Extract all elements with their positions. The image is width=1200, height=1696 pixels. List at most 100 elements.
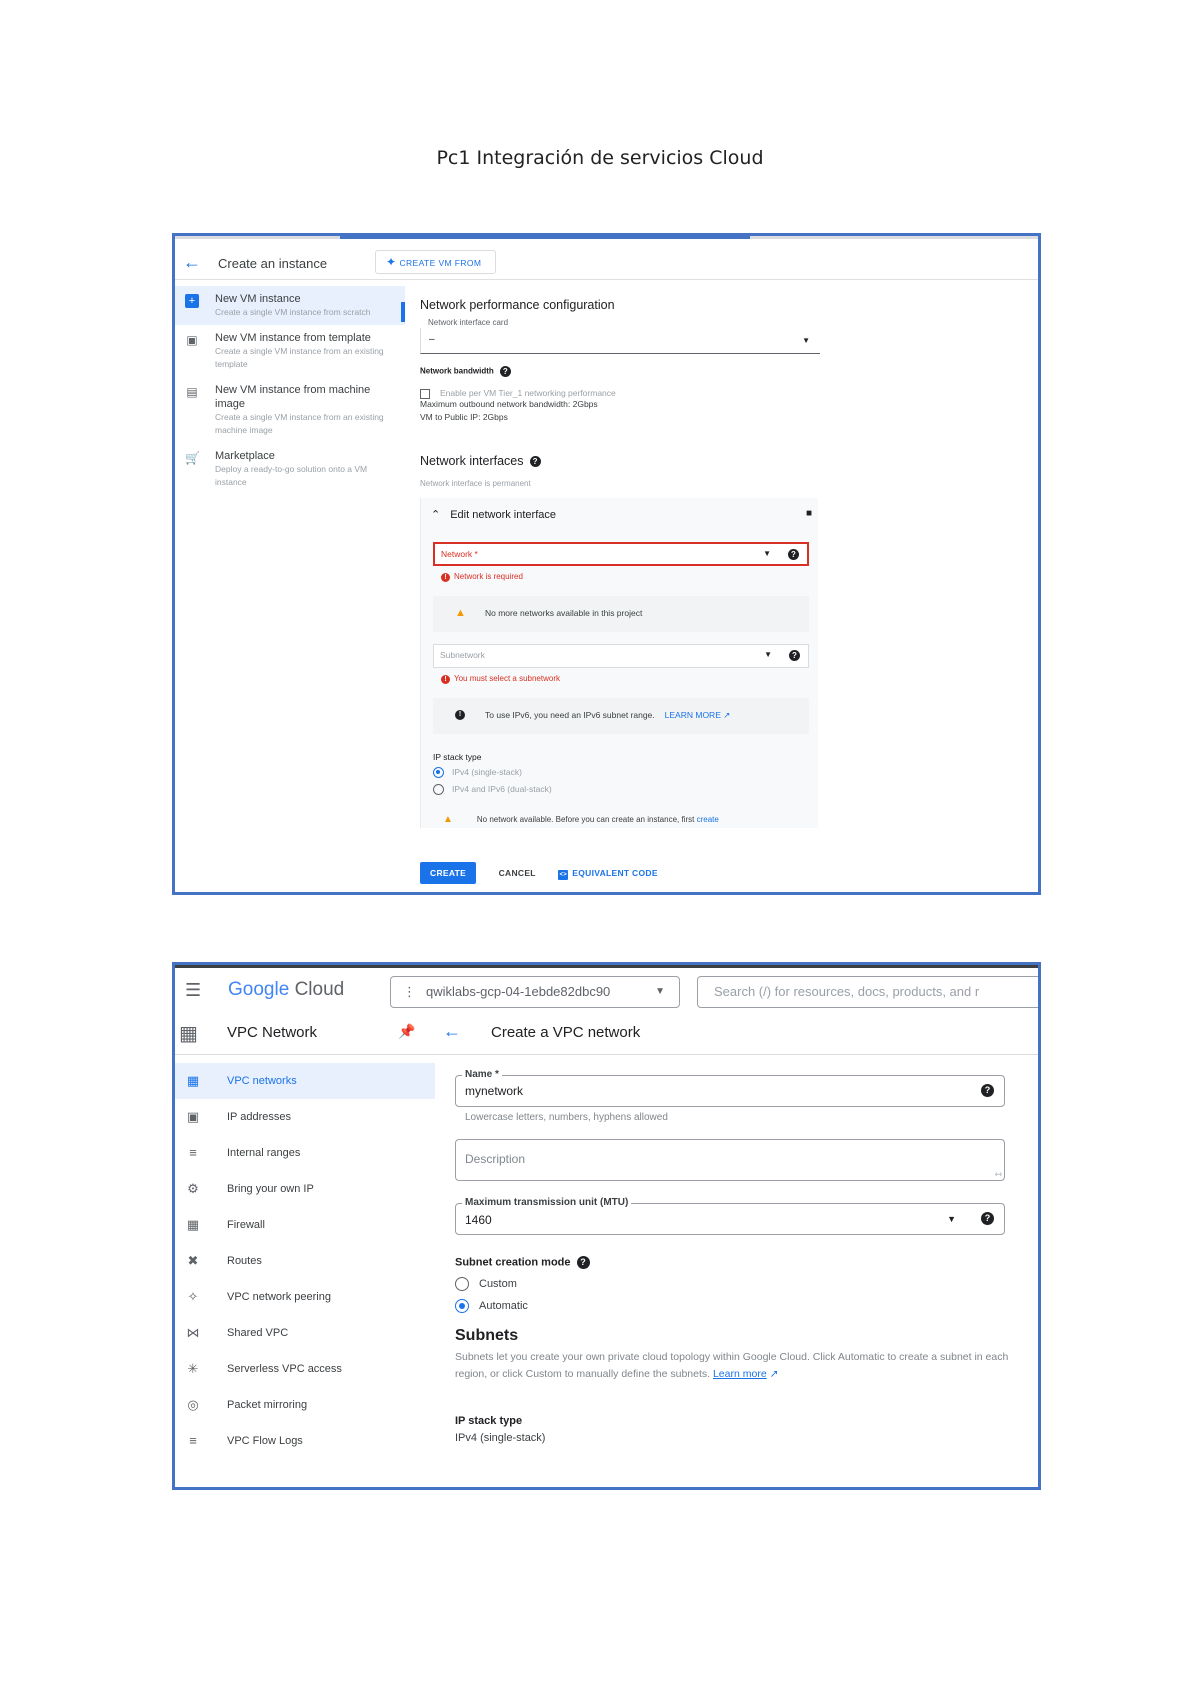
description-field[interactable]: Description ⇿: [455, 1139, 1005, 1181]
product-name: VPC Network: [227, 1024, 318, 1041]
delete-icon[interactable]: ■: [806, 508, 812, 519]
dual-stack-radio[interactable]: [433, 784, 444, 796]
sidebar-item-ip-addresses[interactable]: ▣ IP addresses: [175, 1099, 435, 1135]
automatic-radio-row[interactable]: Automatic: [455, 1299, 528, 1313]
sidebar-item-desc: Deploy a ready-to-go solution onto a VM …: [215, 464, 368, 487]
help-icon[interactable]: ?: [788, 549, 799, 560]
dropdown-arrow-icon: ▼: [655, 986, 665, 997]
sidebar-item-packet-mirroring[interactable]: ◎ Packet mirroring: [175, 1387, 435, 1423]
interfaces-sub: Network interface is permanent: [420, 479, 531, 488]
google-cloud-logo[interactable]: Google Cloud: [228, 979, 344, 1001]
document-title: Pc1 Integración de servicios Cloud: [436, 147, 764, 169]
machine-image-icon: ▤: [186, 385, 198, 399]
name-field[interactable]: Name * mynetwork ?: [455, 1069, 1005, 1107]
sidebar-item-vpc-networks[interactable]: ▦ VPC networks: [175, 1063, 435, 1099]
network-select[interactable]: Network * ▼ ?: [433, 542, 809, 566]
subnets-description: Subnets let you create your own private …: [455, 1349, 1010, 1383]
automatic-radio[interactable]: [455, 1299, 469, 1313]
help-icon[interactable]: ?: [499, 366, 511, 377]
create-vm-from-label: CREATE VM FROM: [399, 258, 482, 268]
help-icon[interactable]: ?: [576, 1256, 590, 1269]
help-icon[interactable]: ?: [981, 1084, 994, 1097]
sidebar-item-desc: Create a single VM instance from an exis…: [215, 346, 384, 369]
flow-logs-icon: ≡: [189, 1433, 197, 1448]
ip-stack-label: IP stack type: [433, 752, 482, 762]
automatic-label: Automatic: [479, 1299, 528, 1312]
scroll-indicator[interactable]: [401, 302, 405, 322]
page-title: Create a VPC network: [491, 1024, 641, 1041]
dual-stack-radio-row[interactable]: IPv4 and IPv6 (dual-stack): [433, 784, 552, 796]
top-progress-line: [175, 236, 1038, 239]
sidebar-item-flow-logs[interactable]: ≡ VPC Flow Logs: [175, 1423, 435, 1459]
project-icon: ⋮: [403, 984, 416, 999]
instance-type-sidebar: + New VM instance Create a single VM ins…: [175, 286, 405, 495]
equivalent-code-label: EQUIVALENT CODE: [572, 868, 658, 878]
firewall-icon: ▦: [186, 1217, 200, 1232]
sidebar-item-serverless[interactable]: ✳ Serverless VPC access: [175, 1351, 435, 1387]
project-name: qwiklabs-gcp-04-1ebde82dbc90: [426, 984, 611, 999]
subnetwork-error-text: You must select a subnetwork: [454, 674, 560, 683]
sidebar-item-byoip[interactable]: ⚙ Bring your own IP: [175, 1171, 435, 1207]
back-arrow-icon[interactable]: ←: [443, 1021, 461, 1042]
sidebar-item-label: IP addresses: [227, 1111, 292, 1123]
pin-icon[interactable]: 📌: [398, 1023, 415, 1040]
template-icon: ▣: [186, 333, 198, 347]
mtu-select[interactable]: Maximum transmission unit (MTU) 1460 ▼ ?: [455, 1197, 1005, 1235]
sidebar-item-from-template[interactable]: ▣ New VM instance from template Create a…: [175, 325, 405, 377]
learn-more-link[interactable]: LEARN MORE ↗: [665, 710, 731, 720]
sidebar-item-routes[interactable]: ✖ Routes: [175, 1243, 435, 1279]
sidebar-item-label: Packet mirroring: [227, 1399, 308, 1411]
cancel-button[interactable]: CANCEL: [499, 868, 536, 878]
peering-icon: ✧: [187, 1289, 199, 1304]
create-instance-header: ← Create an instance ✦ CREATE VM FROM: [175, 248, 1038, 280]
max-bandwidth: Maximum outbound network bandwidth: 2Gbp…: [420, 399, 598, 409]
subnetwork-select[interactable]: Subnetwork ▼ ?: [433, 644, 809, 668]
nic-select[interactable]: – ▼: [420, 328, 820, 354]
custom-radio-row[interactable]: Custom: [455, 1277, 517, 1291]
help-icon[interactable]: ?: [981, 1212, 994, 1225]
subnetwork-label: Subnetwork: [440, 650, 485, 660]
ipv4-radio-row[interactable]: IPv4 (single-stack): [433, 767, 522, 779]
equivalent-code-button[interactable]: <> EQUIVALENT CODE: [558, 868, 658, 880]
resize-handle-icon[interactable]: ⇿: [994, 1169, 1002, 1180]
search-input[interactable]: Search (/) for resources, docs, products…: [697, 976, 1038, 1008]
vm-public-bandwidth: VM to Public IP: 2Gbps: [420, 412, 508, 422]
no-network-warning: ▲ No network available. Before you can cr…: [443, 814, 719, 825]
no-network-warning-text: No network available. Before you can cre…: [476, 815, 695, 824]
network-error: ! Network is required: [441, 572, 523, 582]
info-icon: !: [455, 710, 465, 720]
create-button[interactable]: CREATE: [420, 862, 477, 884]
sidebar-item-from-machine-image[interactable]: ▤ New VM instance from machine image Cre…: [175, 377, 405, 443]
logo-cloud: Cloud: [294, 979, 345, 1000]
sidebar-item-shared-vpc[interactable]: ⋈ Shared VPC: [175, 1315, 435, 1351]
sidebar-item-peering[interactable]: ✧ VPC network peering: [175, 1279, 435, 1315]
sidebar-item-marketplace[interactable]: 🛒 Marketplace Deploy a ready-to-go solut…: [175, 443, 405, 495]
logo-google: Google: [228, 979, 290, 1000]
dual-stack-label: IPv4 and IPv6 (dual-stack): [452, 784, 552, 794]
help-icon[interactable]: ?: [789, 650, 800, 661]
edit-interface-header[interactable]: ⌃ Edit network interface: [431, 508, 556, 521]
back-arrow-icon[interactable]: ←: [183, 252, 201, 273]
ip-address-icon: ▣: [186, 1109, 200, 1124]
subnets-heading: Subnets: [455, 1327, 519, 1344]
create-network-link[interactable]: create: [697, 815, 719, 824]
sidebar-item-firewall[interactable]: ▦ Firewall: [175, 1207, 435, 1243]
sidebar-item-new-vm[interactable]: + New VM instance Create a single VM ins…: [175, 286, 405, 325]
ipv4-radio[interactable]: [433, 767, 444, 779]
create-vm-from-button[interactable]: ✦ CREATE VM FROM: [375, 250, 497, 274]
cloud-console-topbar: ☰ Google Cloud ⋮ qwiklabs-gcp-04-1ebde82d…: [175, 965, 1038, 1011]
interfaces-heading: Network interfaces: [420, 454, 524, 468]
learn-more-label: LEARN MORE: [664, 710, 721, 720]
mtu-value: 1460: [465, 1213, 492, 1227]
vpc-sidebar: ▦ VPC networks ▣ IP addresses ≡ Internal ra…: [175, 1063, 435, 1459]
custom-radio[interactable]: [455, 1277, 469, 1291]
shared-vpc-icon: ⋈: [186, 1325, 200, 1340]
project-selector[interactable]: ⋮ qwiklabs-gcp-04-1ebde82dbc90 ▼: [390, 976, 680, 1008]
learn-more-link[interactable]: Learn more: [713, 1368, 767, 1380]
hamburger-menu-icon[interactable]: ☰: [185, 980, 201, 1001]
help-icon[interactable]: ?: [529, 456, 541, 468]
sidebar-item-label: Bring your own IP: [227, 1183, 314, 1195]
code-icon: <>: [558, 870, 569, 880]
sidebar-item-internal-ranges[interactable]: ≡ Internal ranges: [175, 1135, 435, 1171]
mirroring-icon: ◎: [187, 1397, 199, 1412]
